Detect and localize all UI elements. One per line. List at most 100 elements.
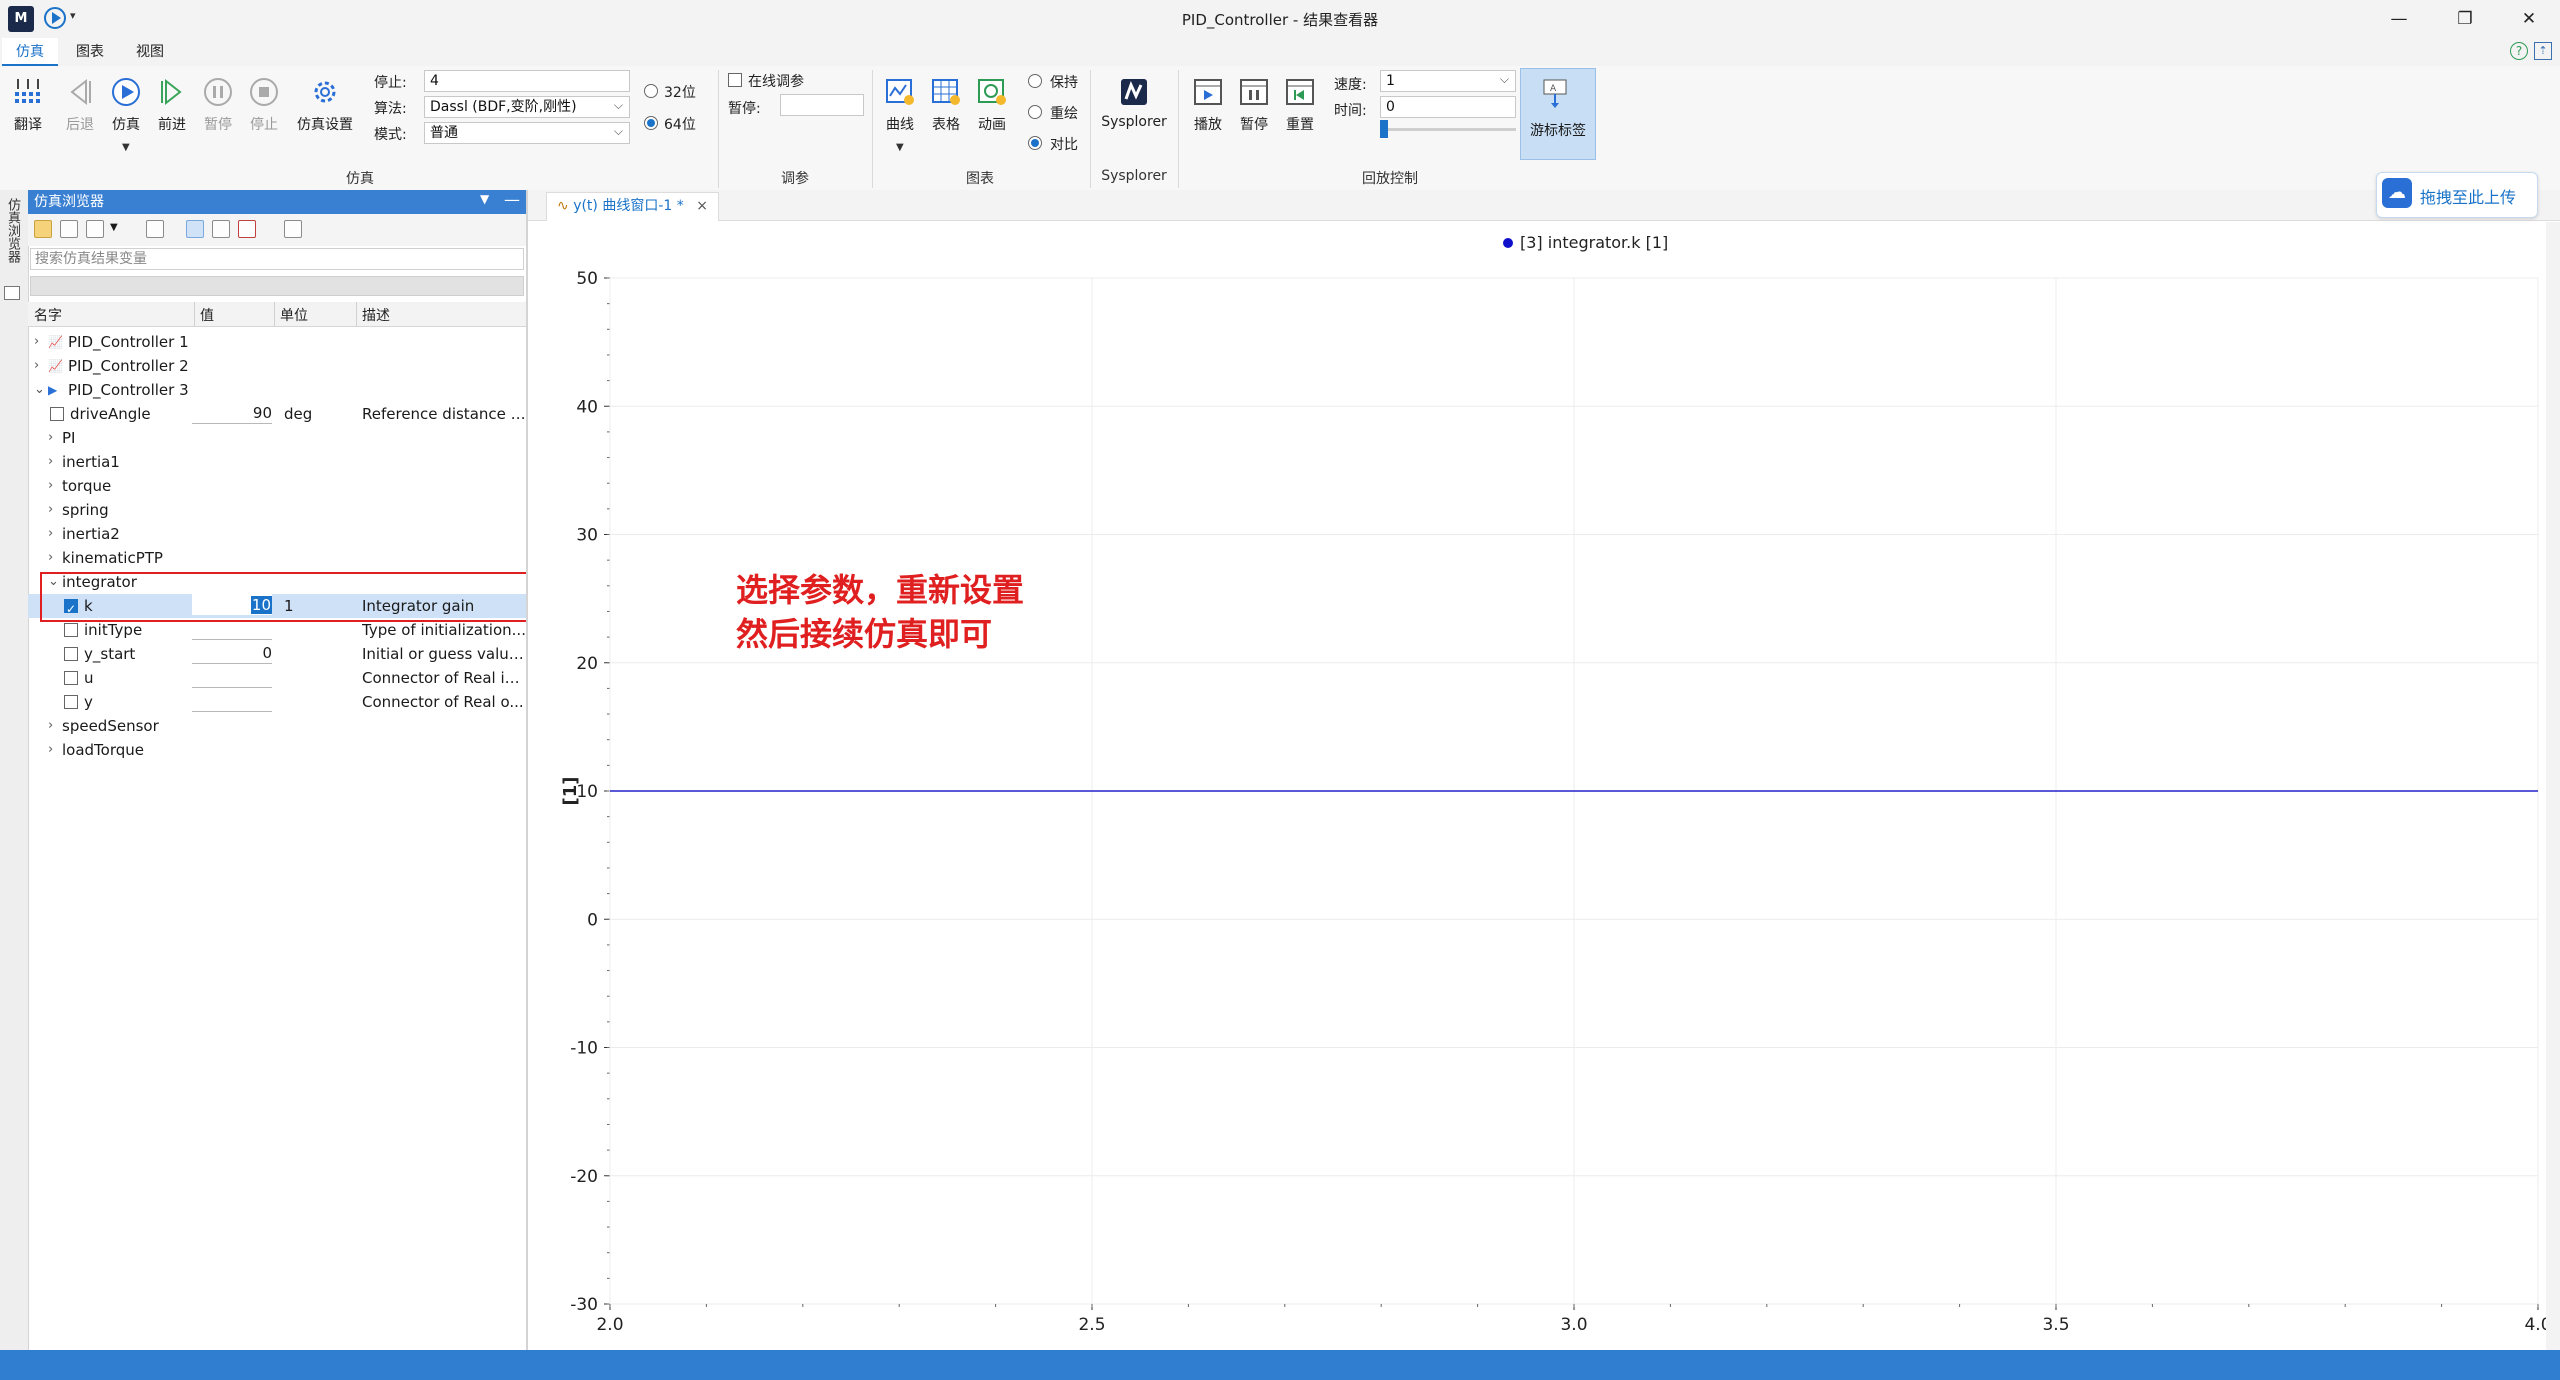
variable-checkbox[interactable] <box>64 647 78 661</box>
line-chart[interactable]: 50403020100-10-20-302.0 2.5 3.0 3.5 4.0[1][3… <box>548 222 2552 1350</box>
chevron-right-icon[interactable]: › <box>48 522 53 546</box>
variable-checkbox[interactable] <box>64 695 78 709</box>
close-button[interactable]: ✕ <box>2506 4 2552 34</box>
sysplorer-button[interactable]: Sysplorer <box>1096 76 1172 130</box>
variable-value[interactable] <box>192 666 272 688</box>
play-button[interactable]: 播放 <box>1186 76 1230 134</box>
variable-checkbox[interactable] <box>64 623 78 637</box>
tree-node-row[interactable]: › PI <box>28 426 526 450</box>
export-icon[interactable] <box>146 220 164 238</box>
tree-node-row[interactable]: ⌄ ▶ PID_Controller 3 <box>28 378 526 402</box>
tree-node-row[interactable]: › 📈 PID_Controller 1 <box>28 330 526 354</box>
chevron-right-icon[interactable]: › <box>48 738 53 762</box>
translate-button[interactable]: 翻译 <box>6 76 50 134</box>
col-unit[interactable]: 单位 <box>280 305 308 325</box>
time-input[interactable]: 0 <box>1380 96 1516 118</box>
restore-button[interactable]: ❐ <box>2442 4 2488 34</box>
ribbon-collapse-icon[interactable]: ⇡ <box>2534 42 2552 60</box>
browser-menu-icon[interactable]: ▼ <box>480 192 489 206</box>
chevron-right-icon[interactable]: › <box>48 498 53 522</box>
redraw-radio[interactable] <box>1028 105 1042 119</box>
browser-minimize-icon[interactable]: — <box>504 190 520 209</box>
grid-view-icon[interactable] <box>86 220 104 238</box>
animation-button[interactable]: 动画 <box>970 76 1014 134</box>
curve-filter-icon[interactable] <box>186 220 204 238</box>
search-input[interactable]: 搜索仿真结果变量 <box>30 248 524 270</box>
chevron-right-icon[interactable]: › <box>48 714 53 738</box>
chevron-right-icon[interactable]: › <box>34 330 39 354</box>
tree-node-row[interactable]: › inertia1 <box>28 450 526 474</box>
simulate-button[interactable]: 仿真 <box>104 76 148 134</box>
view-dropdown-icon[interactable]: ▼ <box>110 222 118 233</box>
chevron-right-icon[interactable]: › <box>34 354 39 378</box>
variable-value[interactable]: 90 <box>192 402 272 424</box>
variable-checkbox[interactable] <box>64 671 78 685</box>
time-slider-track[interactable] <box>1380 128 1516 131</box>
col-divider[interactable] <box>194 302 195 326</box>
variable-value[interactable]: 0 <box>192 642 272 664</box>
legend-label[interactable]: [3] integrator.k [1] <box>1520 233 1668 252</box>
tab-curve-window[interactable]: ∿ y(t) 曲线窗口-1 * × <box>546 192 719 221</box>
help-icon[interactable]: ? <box>2510 42 2528 60</box>
tab-view[interactable]: 视图 <box>122 38 178 66</box>
speed-select[interactable]: 1 <box>1380 69 1516 92</box>
tree-node-row[interactable]: › 📈 PID_Controller 2 <box>28 354 526 378</box>
online-tuning-checkbox[interactable] <box>728 73 742 87</box>
tree-node-row[interactable]: › spring <box>28 498 526 522</box>
tree-node-row[interactable]: › inertia2 <box>28 522 526 546</box>
bits-32-radio[interactable] <box>644 84 658 98</box>
chevron-down-icon[interactable]: ⌄ <box>34 378 45 402</box>
tuning-pause-input[interactable] <box>780 94 864 116</box>
variable-value[interactable] <box>192 690 272 712</box>
stop-time-input[interactable]: 4 <box>424 70 630 92</box>
tree-node-row[interactable]: › kinematicPTP <box>28 546 526 570</box>
compare-radio[interactable] <box>1028 136 1042 150</box>
chevron-right-icon[interactable]: › <box>48 450 53 474</box>
simulate-dropdown-icon[interactable]: ▼ <box>122 142 130 153</box>
stop-button[interactable]: 停止 <box>242 76 286 134</box>
curve-button[interactable]: 曲线 <box>878 76 922 134</box>
tab-simulation[interactable]: 仿真 <box>2 38 58 66</box>
plot-area[interactable]: 50 40 30 20 10 0 -10 -20 -30 2.0 2.5 3.0 3.5 4.0 [1] [3… <box>548 222 2552 1350</box>
chevron-right-icon[interactable]: › <box>48 426 53 450</box>
tree-variable-row[interactable]: y Connector of Real o... <box>28 690 526 714</box>
panel-splitter[interactable] <box>526 190 528 1350</box>
tab-close-icon[interactable]: × <box>696 198 708 214</box>
pause-button[interactable]: 暂停 <box>196 76 240 134</box>
tree-variable-row[interactable]: y_start 0 Initial or guess value... <box>28 642 526 666</box>
tree-variable-row[interactable]: u Connector of Real in... <box>28 666 526 690</box>
tree-node-row[interactable]: › speedSensor <box>28 714 526 738</box>
col-desc[interactable]: 描述 <box>362 305 390 325</box>
open-folder-icon[interactable] <box>34 220 52 238</box>
reset-button[interactable]: 重置 <box>1278 76 1322 134</box>
forward-button[interactable]: 前进 <box>150 76 194 134</box>
tree-variable-row[interactable]: driveAngle 90 deg Reference distance t... <box>28 402 526 426</box>
vertical-scrollbar[interactable] <box>2546 222 2560 1350</box>
algorithm-select[interactable]: Dassl (BDF,变阶,刚性) <box>424 95 630 118</box>
col-divider[interactable] <box>356 302 357 326</box>
mode-select[interactable]: 普通 <box>424 121 630 144</box>
variable-checkbox[interactable] <box>50 407 64 421</box>
curve-dropdown-icon[interactable]: ▼ <box>896 142 904 153</box>
keep-radio[interactable] <box>1028 74 1042 88</box>
col-divider[interactable] <box>274 302 275 326</box>
save-icon[interactable] <box>60 220 78 238</box>
tree-node-row[interactable]: › loadTorque <box>28 738 526 762</box>
wave-filter-icon[interactable] <box>238 220 256 238</box>
table-button[interactable]: 表格 <box>924 76 968 134</box>
tab-charts[interactable]: 图表 <box>62 38 118 66</box>
playback-pause-button[interactable]: 暂停 <box>1232 76 1276 134</box>
sim-settings-button[interactable]: 仿真设置 <box>290 76 360 134</box>
chevron-right-icon[interactable]: › <box>48 546 53 570</box>
minimize-button[interactable]: — <box>2376 4 2422 34</box>
collapse-all-icon[interactable] <box>284 220 302 238</box>
chevron-right-icon[interactable]: › <box>48 474 53 498</box>
back-button[interactable]: 后退 <box>58 76 102 134</box>
tree-node-row[interactable]: › torque <box>28 474 526 498</box>
col-value[interactable]: 值 <box>200 305 214 325</box>
col-name[interactable]: 名字 <box>34 305 62 325</box>
list-filter-icon[interactable] <box>212 220 230 238</box>
side-panel-icon[interactable] <box>4 286 20 300</box>
bits-64-radio[interactable] <box>644 116 658 130</box>
time-slider-handle[interactable] <box>1380 120 1388 138</box>
